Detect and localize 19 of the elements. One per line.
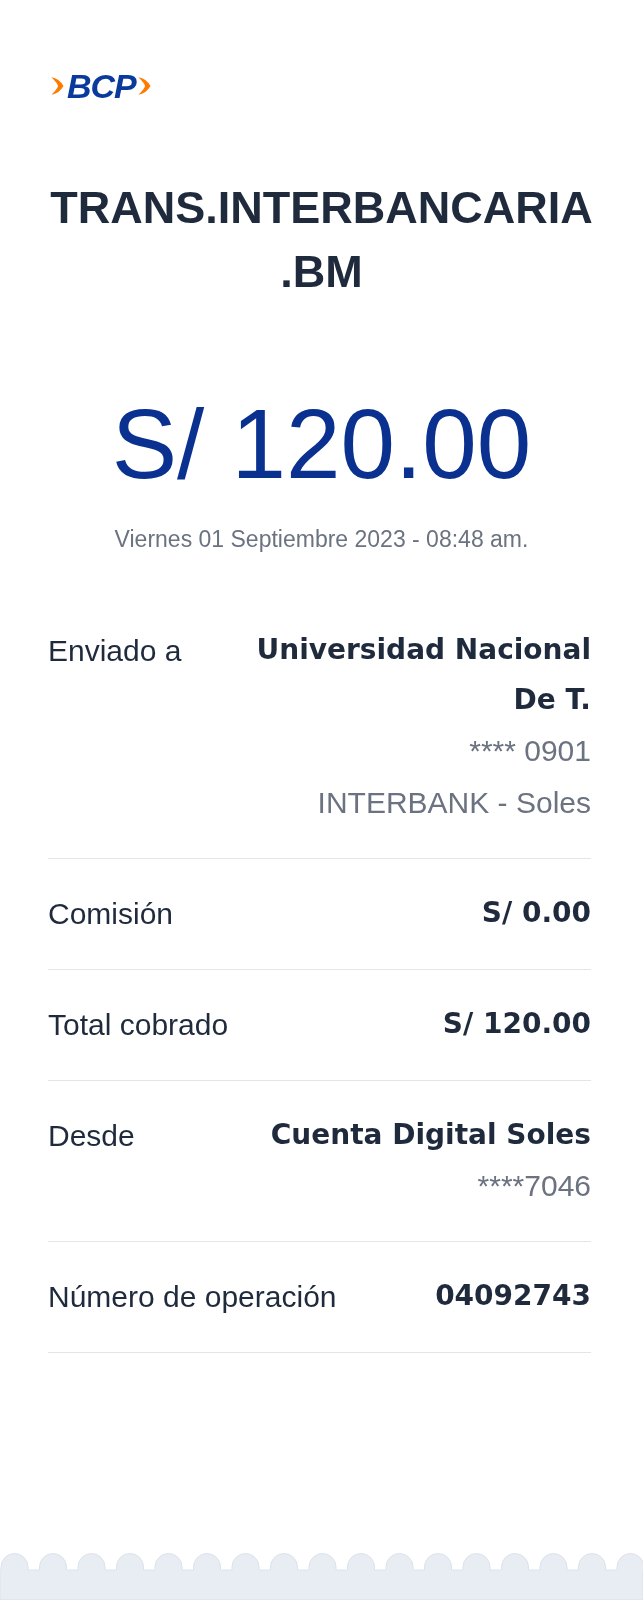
- amount: S/ 120.00: [110, 388, 533, 501]
- detail-subtext: **** 0901: [469, 733, 591, 769]
- date-time: Viernes 01 Septiembre 2023 - 08:48 am.: [113, 526, 530, 553]
- detail-value: Cuenta Digital Soles: [270, 1117, 591, 1153]
- chevron-icon: [50, 75, 66, 97]
- detail-subtext: INTERBANK - Soles: [317, 785, 591, 821]
- detail-value: Universidad Nacional De T.: [255, 632, 591, 718]
- chevron-icon: [136, 75, 153, 97]
- detail-value: S/ 0.00: [481, 895, 591, 931]
- detail-label: Total cobrado: [48, 1007, 229, 1043]
- transfer-title: TRANS.INTERBANCARIA .BM: [49, 181, 594, 299]
- detail-label: Desde: [48, 1118, 135, 1154]
- logo-text: BCP: [67, 66, 136, 106]
- detail-label: Comisión: [48, 896, 174, 932]
- detail-label: Número de operación: [48, 1279, 337, 1315]
- detail-label: Enviado a: [48, 633, 182, 669]
- detail-subtext: ****7046: [477, 1168, 591, 1204]
- detail-value: S/ 120.00: [442, 1006, 591, 1042]
- detail-value: 04092743: [435, 1278, 591, 1314]
